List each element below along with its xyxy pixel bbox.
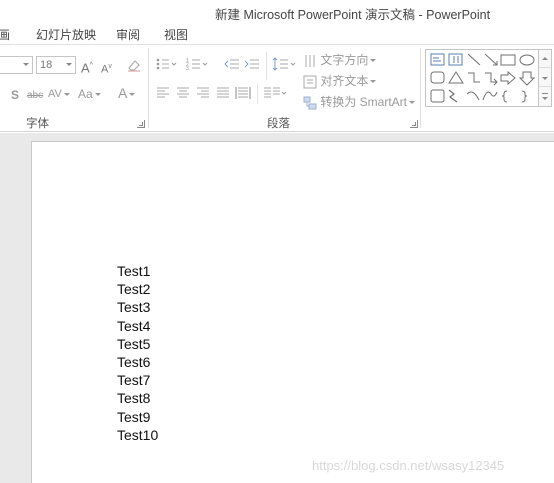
align-left-icon: [157, 87, 169, 98]
bullets-icon: [156, 58, 177, 70]
columns-button[interactable]: [263, 87, 287, 102]
text-line: Test2: [117, 281, 151, 298]
align-center-icon: [177, 87, 189, 98]
strikethrough-button[interactable]: abc: [27, 89, 43, 103]
text-line: Test5: [117, 335, 151, 352]
distributed-button[interactable]: [235, 86, 251, 103]
font-dialog-launcher[interactable]: [137, 120, 145, 128]
char-spacing-button[interactable]: AV: [48, 87, 70, 101]
align-right-button[interactable]: [196, 87, 210, 102]
group-separator: [420, 48, 421, 128]
shapes-scrollbar[interactable]: [538, 50, 551, 106]
increase-indent-button[interactable]: [244, 58, 260, 73]
shapes-gallery-more[interactable]: [539, 88, 551, 106]
convert-smartart-button[interactable]: 转换为 SmartArt: [303, 93, 416, 110]
numbering-button[interactable]: 123: [186, 57, 208, 74]
font-size-value: 18: [40, 59, 53, 71]
tab-review[interactable]: 审阅: [116, 26, 140, 43]
tab-view[interactable]: 视图: [164, 26, 188, 43]
watermark-text: https://blog.csdn.net/wsasy12345: [312, 458, 505, 473]
shadow-button[interactable]: S: [11, 88, 19, 102]
text-line: Test3: [117, 299, 151, 316]
line-spacing-icon: [272, 57, 296, 71]
numbering-icon: 123: [186, 58, 208, 72]
increase-indent-icon: [244, 59, 259, 69]
align-left-button[interactable]: [156, 87, 170, 102]
slide-text-box[interactable]: Test1 Test2 Test3 Test4 Test5 Test6 Test…: [117, 262, 237, 447]
shapes-gallery[interactable]: [425, 49, 552, 107]
text-line: Test1: [117, 263, 151, 279]
text-line: Test6: [117, 353, 151, 370]
change-case-button[interactable]: Aa: [78, 87, 101, 101]
svg-text:3: 3: [186, 66, 189, 71]
smartart-icon: [303, 96, 317, 110]
slide[interactable]: [31, 141, 554, 483]
justify-button[interactable]: [216, 87, 230, 102]
eraser-icon: [128, 60, 140, 72]
paragraph-dialog-launcher[interactable]: [410, 120, 418, 128]
justify-icon: [217, 87, 229, 98]
text-direction-button[interactable]: 文字方向: [303, 51, 377, 68]
clear-formatting-button[interactable]: [126, 57, 142, 76]
tab-slideshow[interactable]: 幻灯片放映: [36, 26, 96, 43]
shrink-font-button[interactable]: Av: [101, 60, 112, 77]
font-name-combo[interactable]: [0, 56, 33, 74]
group-separator: [148, 48, 149, 128]
ribbon-tabs: 画 幻灯片放映 审阅 视图: [0, 22, 554, 44]
decrease-indent-button[interactable]: [224, 58, 240, 73]
separator: [257, 84, 258, 104]
text-line: Test9: [117, 408, 151, 425]
bullets-button[interactable]: [155, 57, 177, 74]
text-line: Test7: [117, 372, 151, 389]
columns-icon: [264, 87, 287, 98]
font-color-button[interactable]: A: [118, 86, 136, 100]
align-text-icon: [303, 75, 317, 89]
shapes-icons: [430, 53, 536, 103]
align-right-icon: [197, 87, 209, 98]
title-bar: 新建 Microsoft PowerPoint 演示文稿 - PowerPoin…: [0, 0, 554, 22]
text-direction-icon: [305, 54, 315, 67]
align-text-button[interactable]: 对齐文本: [303, 72, 377, 89]
shapes-scroll-down[interactable]: [539, 69, 551, 87]
line-spacing-button[interactable]: [272, 56, 296, 75]
text-line: Test4: [117, 317, 151, 334]
separator: [266, 52, 267, 80]
window-title: 新建 Microsoft PowerPoint 演示文稿 - PowerPoin…: [215, 8, 491, 22]
tab-animations[interactable]: 画: [0, 26, 10, 43]
grow-font-button[interactable]: A^: [81, 59, 93, 75]
distributed-icon: [235, 87, 251, 99]
align-center-button[interactable]: [176, 87, 190, 102]
decrease-indent-icon: [224, 59, 239, 69]
paragraph-group-label: 段落: [267, 118, 290, 130]
font-size-combo[interactable]: 18: [36, 56, 76, 74]
text-line: Test10: [117, 426, 159, 443]
shapes-scroll-up[interactable]: [539, 50, 551, 68]
text-line: Test8: [117, 390, 151, 407]
font-group-label: 字体: [26, 118, 49, 130]
